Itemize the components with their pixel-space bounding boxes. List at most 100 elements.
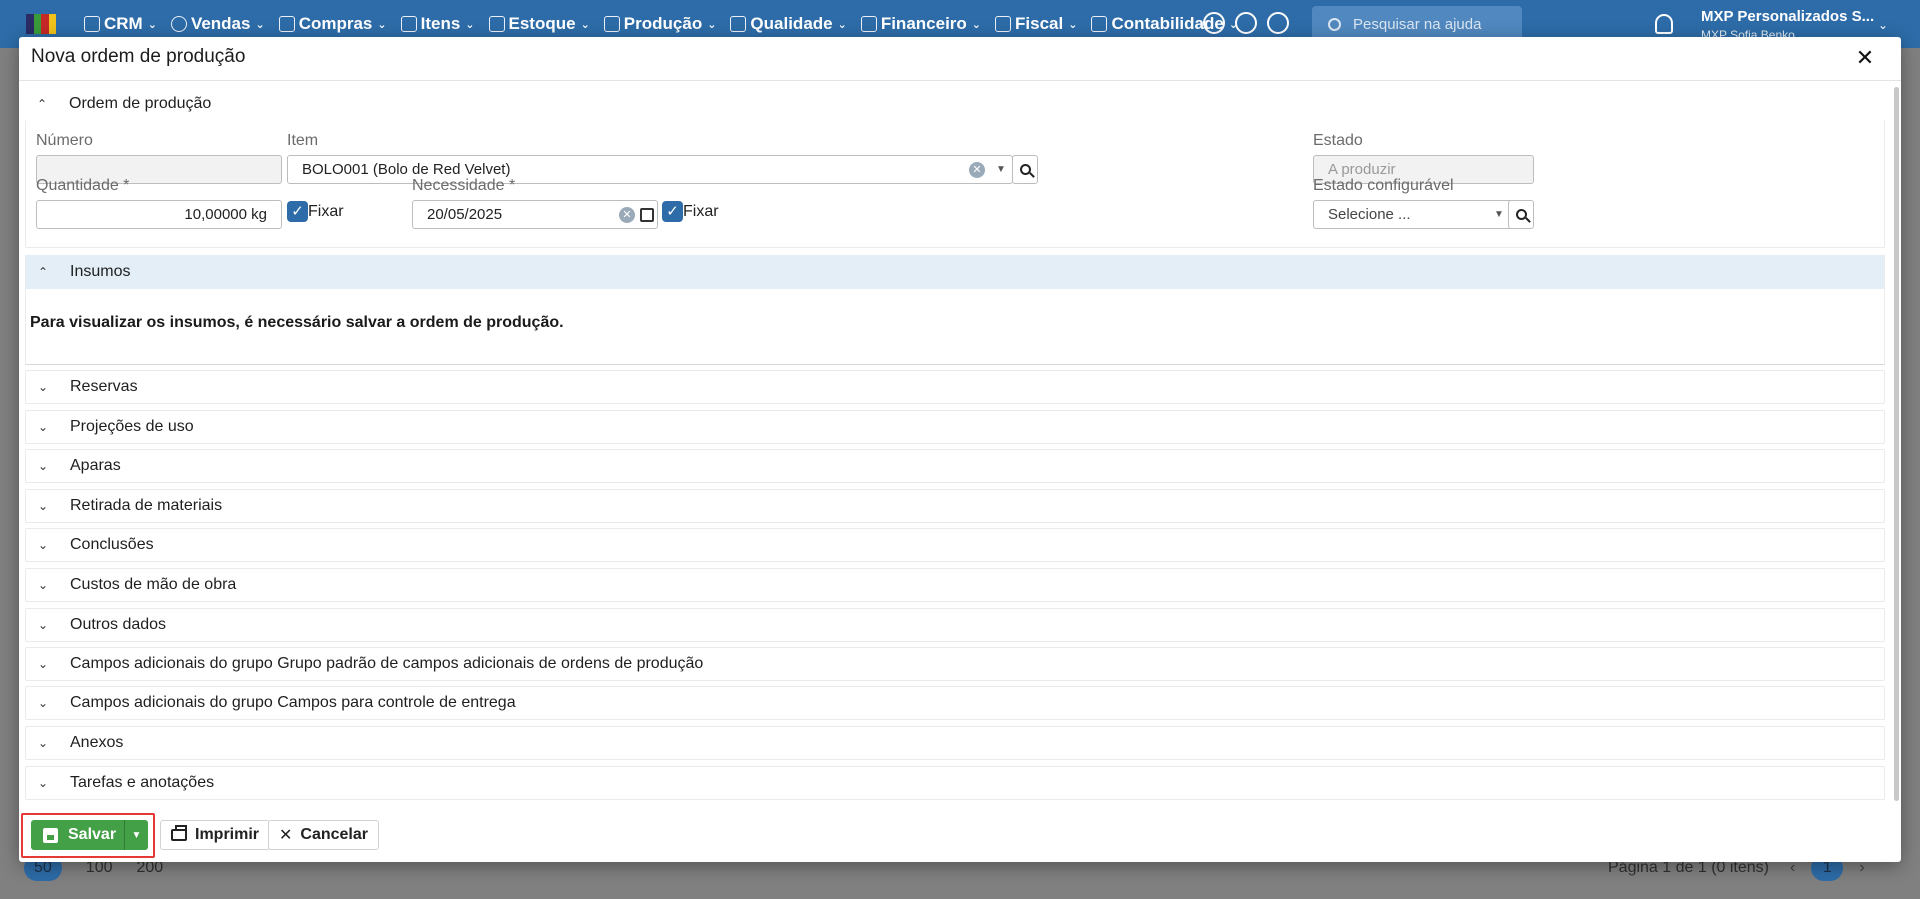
save-options-dropdown[interactable]: ▼ bbox=[124, 820, 148, 850]
chevron-up-icon: ⌃ bbox=[36, 97, 48, 111]
chevron-down-icon: ⌄ bbox=[37, 776, 49, 790]
chevron-down-icon: ⌄ bbox=[837, 18, 847, 31]
chevron-down-icon: ⌄ bbox=[37, 618, 49, 632]
section-aparas[interactable]: ⌄ Aparas bbox=[25, 449, 1885, 483]
bell-icon[interactable] bbox=[1655, 14, 1673, 34]
section-outros-dados[interactable]: ⌄ Outros dados bbox=[25, 608, 1885, 642]
dialog-body[interactable]: ⌃ Ordem de produção Número Item BOLO001 … bbox=[25, 87, 1885, 839]
chevron-down-icon: ⌄ bbox=[707, 18, 717, 31]
chevron-down-icon: ⌄ bbox=[37, 538, 49, 552]
necessidade-label: Necessidade * bbox=[412, 177, 516, 194]
fixar-quantidade-label: Fixar bbox=[308, 203, 344, 220]
dropdown-arrow-icon[interactable]: ▼ bbox=[1494, 209, 1504, 220]
chevron-down-icon: ⌄ bbox=[37, 657, 49, 671]
menu-estoque[interactable]: Estoque ⌄ bbox=[488, 14, 590, 34]
fixar-quantidade-checkbox[interactable]: ✓ bbox=[287, 201, 308, 222]
calendar-icon[interactable] bbox=[640, 208, 654, 222]
list-icon bbox=[400, 16, 417, 32]
help-icon[interactable] bbox=[1235, 12, 1257, 34]
fixar-necessidade-label: Fixar bbox=[683, 203, 719, 220]
menu-qualidade[interactable]: Qualidade ⌄ bbox=[730, 14, 847, 34]
document-icon bbox=[995, 16, 1012, 32]
new-production-order-dialog: Nova ordem de produção ✕ ⌃ Ordem de prod… bbox=[19, 37, 1901, 862]
clear-icon[interactable]: ✕ bbox=[619, 207, 635, 223]
close-icon[interactable]: ✕ bbox=[1853, 46, 1877, 70]
item-select[interactable]: BOLO001 (Bolo de Red Velvet) ✕ ▼ bbox=[287, 155, 1013, 184]
section-anexos[interactable]: ⌄ Anexos bbox=[25, 726, 1885, 760]
save-button[interactable]: Salvar bbox=[31, 820, 124, 850]
menu-itens[interactable]: Itens ⌄ bbox=[400, 14, 475, 34]
cancel-button[interactable]: ✕ Cancelar bbox=[268, 820, 379, 850]
insumos-panel bbox=[25, 255, 1885, 365]
ledger-icon bbox=[1091, 16, 1108, 32]
chevron-down-icon: ⌄ bbox=[147, 18, 157, 31]
section-conclusoes[interactable]: ⌄ Conclusões bbox=[25, 528, 1885, 562]
section-ordem-producao[interactable]: ⌃ Ordem de produção bbox=[25, 87, 1885, 121]
chevron-down-icon: ⌄ bbox=[37, 420, 49, 434]
menu-compras[interactable]: Compras ⌄ bbox=[278, 14, 387, 34]
insumos-message: Para visualizar os insumos, é necessário… bbox=[30, 314, 564, 331]
chevron-down-icon: ⌄ bbox=[37, 696, 49, 710]
necessidade-date-input[interactable]: 20/05/2025 ✕ bbox=[412, 200, 658, 229]
estado-label: Estado bbox=[1313, 132, 1363, 149]
save-icon bbox=[43, 827, 58, 843]
section-projecoes-de-uso[interactable]: ⌄ Projeções de uso bbox=[25, 410, 1885, 444]
estado-configuravel-select[interactable]: Selecione ... ▼ bbox=[1313, 200, 1513, 229]
item-search-button[interactable] bbox=[1012, 155, 1038, 184]
chevron-down-icon: ⌄ bbox=[580, 18, 590, 31]
item-label: Item bbox=[287, 132, 319, 149]
dialog-header: Nova ordem de produção ✕ bbox=[19, 37, 1901, 81]
chevron-down-icon: ⌄ bbox=[37, 736, 49, 750]
section-custos-mao-de-obra[interactable]: ⌄ Custos de mão de obra bbox=[25, 568, 1885, 602]
section-retirada-de-materiais[interactable]: ⌄ Retirada de materiais bbox=[25, 489, 1885, 523]
quantidade-label: Quantidade * bbox=[36, 177, 130, 194]
chevron-down-icon: ⌄ bbox=[971, 18, 982, 31]
chat-icon[interactable] bbox=[1267, 12, 1289, 34]
footer-link[interactable] bbox=[1513, 813, 1899, 823]
search-icon bbox=[1515, 209, 1527, 220]
clear-icon[interactable]: ✕ bbox=[969, 162, 985, 178]
fixar-necessidade-checkbox[interactable]: ✓ bbox=[662, 201, 683, 222]
forklift-icon bbox=[488, 16, 505, 32]
chevron-down-icon: ⌄ bbox=[465, 18, 475, 31]
chevron-down-icon: ⌄ bbox=[37, 459, 49, 473]
gear-icon[interactable] bbox=[1203, 12, 1225, 34]
estado-configuravel-label: Estado configurável bbox=[1313, 177, 1454, 194]
quantidade-input[interactable]: 10,00000 kg bbox=[36, 200, 282, 229]
top-icon-group bbox=[1203, 12, 1299, 34]
dialog-title: Nova ordem de produção bbox=[31, 46, 246, 67]
menu-fiscal[interactable]: Fiscal ⌄ bbox=[995, 14, 1077, 34]
section-tarefas-e-anotacoes[interactable]: ⌄ Tarefas e anotações bbox=[25, 766, 1885, 800]
estado-configuravel-search-button[interactable] bbox=[1508, 200, 1534, 229]
dollar-icon bbox=[170, 16, 187, 32]
chevron-down-icon: ⌄ bbox=[37, 499, 49, 513]
chevron-down-icon: ⌄ bbox=[377, 18, 387, 31]
menu-producao[interactable]: Produção ⌄ bbox=[603, 14, 717, 34]
production-order-panel: ⌃ Ordem de produção Número Item BOLO001 … bbox=[25, 87, 1885, 248]
cart-icon bbox=[278, 16, 295, 32]
numero-label: Número bbox=[36, 132, 93, 149]
chevron-down-icon: ⌄ bbox=[1068, 18, 1078, 31]
chevron-down-icon: ⌄ bbox=[37, 578, 49, 592]
close-icon: ✕ bbox=[279, 827, 293, 844]
menu-crm[interactable]: CRM ⌄ bbox=[84, 14, 157, 34]
section-reservas[interactable]: ⌄ Reservas bbox=[25, 370, 1885, 404]
caret-down-icon: ▼ bbox=[131, 829, 142, 841]
money-bag-icon bbox=[860, 16, 877, 32]
chevron-down-icon: ⌄ bbox=[37, 380, 49, 394]
dropdown-arrow-icon[interactable]: ▼ bbox=[996, 164, 1006, 175]
menu-financeiro[interactable]: Financeiro ⌄ bbox=[860, 14, 982, 34]
search-icon bbox=[1328, 17, 1341, 31]
menu-vendas[interactable]: Vendas ⌄ bbox=[170, 14, 265, 34]
chevron-down-icon[interactable]: ⌄ bbox=[1878, 18, 1888, 32]
section-campos-adicionais-entrega[interactable]: ⌄ Campos adicionais do grupo Campos para … bbox=[25, 686, 1885, 720]
search-icon bbox=[1019, 164, 1031, 175]
printer-icon bbox=[171, 825, 187, 841]
print-button[interactable]: Imprimir bbox=[160, 820, 271, 850]
checklist-icon bbox=[730, 16, 747, 32]
vertical-scrollbar[interactable] bbox=[1894, 87, 1899, 801]
app-logo[interactable] bbox=[26, 14, 56, 34]
crm-icon bbox=[84, 16, 100, 32]
factory-icon bbox=[603, 16, 620, 32]
section-campos-adicionais-padrao[interactable]: ⌄ Campos adicionais do grupo Grupo padrão… bbox=[25, 647, 1885, 681]
